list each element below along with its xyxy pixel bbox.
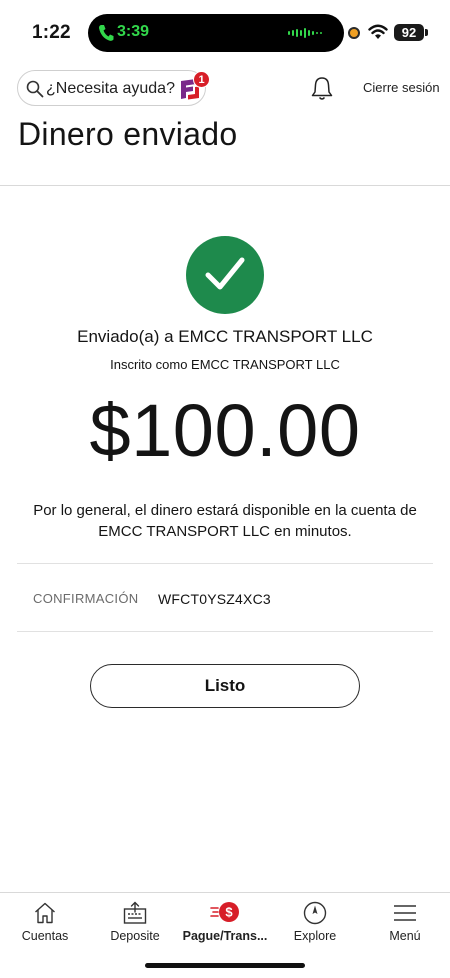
confirmation-label: CONFIRMACIÓN bbox=[33, 591, 139, 606]
success-check-icon bbox=[186, 236, 264, 314]
battery-indicator: 92 bbox=[394, 24, 424, 41]
pay-transfer-icon: $ bbox=[210, 902, 239, 922]
status-bar: 1:22 3:39 92 bbox=[0, 0, 450, 62]
amount-sent: $100.00 bbox=[89, 389, 361, 472]
confirmation-number: WFCT0YSZ4XC3 bbox=[158, 591, 271, 607]
recording-indicator bbox=[348, 27, 360, 39]
nav-label: Explore bbox=[293, 929, 337, 943]
help-search-bar[interactable]: ¿Necesita ayuda? bbox=[17, 70, 206, 106]
divider bbox=[17, 631, 433, 632]
bell-icon[interactable] bbox=[311, 76, 333, 102]
dynamic-island[interactable]: 3:39 bbox=[88, 14, 344, 52]
menu-icon bbox=[394, 905, 416, 921]
home-icon bbox=[35, 902, 55, 924]
audio-wave-icon bbox=[288, 28, 322, 38]
wifi-icon bbox=[368, 24, 388, 39]
nav-item-menu[interactable]: Menú bbox=[360, 893, 450, 953]
sign-out-link[interactable]: Cierre sesión bbox=[363, 80, 440, 95]
battery-cap bbox=[425, 29, 428, 36]
nav-label: Deposite bbox=[110, 929, 160, 943]
nav-label: Menú bbox=[389, 929, 421, 943]
nav-item-accounts[interactable]: Cuentas bbox=[0, 893, 90, 953]
deposit-icon bbox=[123, 901, 147, 924]
done-button[interactable]: Listo bbox=[90, 664, 360, 708]
home-indicator[interactable] bbox=[145, 963, 305, 968]
nav-item-pay-transfer[interactable]: $ Pague/Trans... bbox=[180, 893, 270, 953]
nav-label: Pague/Trans... bbox=[182, 929, 268, 943]
nav-label: Cuentas bbox=[21, 929, 69, 943]
availability-note: Por lo general, el dinero estará disponi… bbox=[33, 502, 417, 540]
header-divider bbox=[0, 185, 450, 186]
call-timer: 3:39 bbox=[117, 23, 150, 40]
search-icon bbox=[26, 80, 44, 98]
page-title: Dinero enviado bbox=[18, 116, 238, 152]
notification-badge: 1 bbox=[193, 71, 210, 88]
nav-item-deposit[interactable]: Deposite bbox=[90, 893, 180, 953]
enrolled-as-text: Inscrito como EMCC TRANSPORT LLC bbox=[110, 357, 340, 372]
divider bbox=[17, 563, 433, 564]
recipient-text: Enviado(a) a EMCC TRANSPORT LLC bbox=[77, 327, 373, 346]
status-time: 1:22 bbox=[32, 22, 71, 43]
phone-icon bbox=[99, 25, 114, 41]
compass-icon bbox=[303, 901, 327, 925]
search-placeholder: ¿Necesita ayuda? bbox=[46, 80, 175, 97]
nav-item-explore[interactable]: Explore bbox=[270, 893, 360, 953]
checkmark-icon bbox=[205, 257, 245, 290]
svg-text:$: $ bbox=[225, 905, 233, 920]
